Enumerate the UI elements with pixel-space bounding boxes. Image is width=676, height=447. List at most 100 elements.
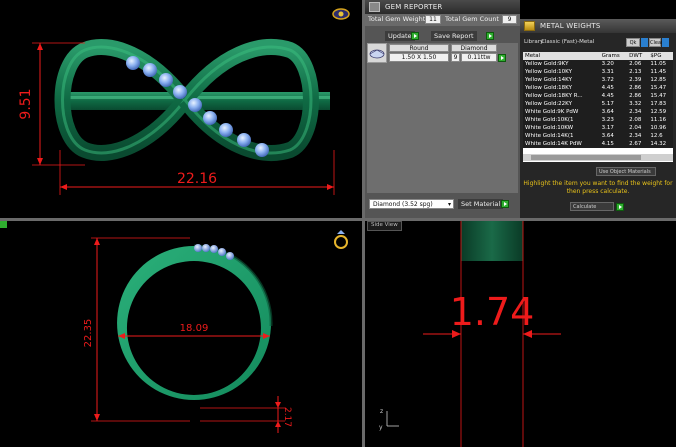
inner-width-dimension: 18.09 [118,323,270,339]
help-icon[interactable] [662,38,669,47]
gem-count-cell[interactable]: 9 [451,53,460,62]
pg-cell: 15.47 [648,92,673,100]
grams-cell: 3.64 [599,108,628,116]
pg-cell: 12.6 [648,132,673,140]
info-icon[interactable] [641,38,648,47]
viewport-divider-vertical[interactable] [362,0,365,447]
ring-side-profile [461,221,523,261]
total-weight-label: Total Gem Weight [368,15,426,23]
grams-cell: 3.31 [599,68,628,76]
metal-name: White Gold:10K(1 [523,116,600,124]
metal-name: White Gold:14K(1 [523,132,600,140]
metal-name: Yellow Gold:18KY [523,84,600,92]
column-header-grams[interactable]: Grams [600,52,628,60]
outer-height-value: 22.35 [83,319,94,348]
clear-toggle[interactable]: Clear [649,38,663,47]
table-row[interactable]: Yellow Gold:10KY 3.31 2.13 11.45 [523,68,673,76]
save-report-go-icon[interactable] [486,32,494,40]
grams-cell: 3.64 [599,132,628,140]
set-material-button[interactable]: Set Material [458,199,504,209]
metal-name: Yellow Gold:22KY [523,100,600,108]
grams-cell: 3.17 [599,124,628,132]
use-object-materials-select[interactable]: Use Object Materials [596,167,656,176]
column-header-diamond: Diamond [451,44,497,52]
save-report-button[interactable]: Save Report [431,31,477,41]
metal-name: Yellow Gold:18KY R... [523,92,600,100]
viewport-corner-icon[interactable] [0,221,7,228]
bottom-thickness-dimension: 2.17 [200,396,292,433]
library-value[interactable]: Classic (Fast)-Metal [541,39,594,45]
viewport-top-left[interactable]: 9.51 22.16 [0,0,362,218]
dwt-cell: 2.86 [627,84,649,92]
calculate-go-icon[interactable] [616,203,624,211]
pg-cell: 15.47 [648,84,673,92]
pg-cell: 12.85 [648,76,673,84]
column-header-dwt[interactable]: DWT [627,52,648,60]
table-row[interactable]: Yellow Gold:9KY 3.20 2.06 11.05 [523,60,673,68]
grams-cell: 3.72 [599,76,628,84]
update-go-icon[interactable] [411,32,419,40]
metal-weights-panel: METAL WEIGHTS Library: Classic (Fast)-Me… [520,19,676,218]
table-row[interactable]: Yellow Gold:14KY 3.72 2.39 12.85 [523,76,673,84]
column-header-round: Round [389,44,449,52]
gem-reporter-title: GEM REPORTER [365,0,520,14]
material-select[interactable]: Diamond (3.52 spg) ▾ [369,199,454,209]
table-row[interactable]: Yellow Gold:18KY R... 4.45 2.86 15.47 [523,92,673,100]
set-material-go-icon[interactable] [501,200,509,208]
dwt-cell: 2.34 [627,132,649,140]
table-row[interactable]: White Gold:14K PdW 4.15 2.67 14.32 [523,140,673,148]
ring-icon [334,230,348,249]
metal-weights-title: METAL WEIGHTS [520,19,676,33]
gem-list[interactable]: Round Diamond 1.50 X 1.50 9 0.11ttw [367,43,518,193]
column-header-pg[interactable]: $PG [648,52,673,60]
scrollbar-thumb[interactable] [531,155,641,160]
height-value: 9.51 [18,88,34,119]
inner-width-value: 18.09 [180,323,209,334]
table-row[interactable]: White Gold:9K PdW 3.64 2.34 12.59 [523,108,673,116]
table-row[interactable]: Yellow Gold:18KY 4.45 2.86 15.47 [523,84,673,92]
metal-weights-table[interactable]: Metal Grams DWT $PG Yellow Gold:9KY 3.20 2… [523,52,673,162]
grams-cell: 3.20 [599,60,628,68]
dwt-cell: 2.06 [627,60,649,68]
table-row[interactable]: White Gold:10KW 3.17 2.04 10.96 [523,124,673,132]
column-header-metal[interactable]: Metal [523,52,600,60]
pg-cell: 17.83 [648,100,673,108]
pg-cell: 11.05 [648,60,673,68]
total-weight-field[interactable]: 11 [425,15,441,24]
dwt-cell: 2.08 [627,116,649,124]
app-logo-icon [332,8,350,20]
dwt-cell: 2.86 [627,92,649,100]
metal-name: Yellow Gold:10KY [523,68,600,76]
table-row[interactable]: Yellow Gold:22KY 5.17 3.32 17.83 [523,100,673,108]
chevron-down-icon: ▾ [447,201,451,208]
dwt-cell: 2.04 [627,124,649,132]
thickness-dimension: 1.74 [423,290,561,338]
table-horizontal-scrollbar[interactable] [523,154,673,161]
grams-cell: 4.45 [599,84,628,92]
axis-label-z: z [380,408,383,415]
gem-row-go-icon[interactable] [498,54,506,62]
viewport-bottom-left[interactable]: 22.35 18.09 2.17 [0,221,362,447]
axis-indicator-icon: z y [379,408,399,431]
metal-name: White Gold:9K PdW [523,108,600,116]
table-row[interactable]: White Gold:14K(1 3.64 2.34 12.6 [523,132,673,140]
grams-cell: 4.15 [599,140,628,148]
pg-cell: 10.96 [648,124,673,132]
total-count-field[interactable]: 9 [502,15,517,24]
pg-cell: 11.16 [648,116,673,124]
width-value: 22.16 [177,171,217,187]
grams-cell: 4.45 [599,92,628,100]
gem-weight-cell[interactable]: 0.11ttw [461,53,497,62]
diamond-thumbnail-icon [367,43,387,63]
material-select-value: Diamond (3.52 spg) [373,201,433,208]
viewport-divider-horizontal[interactable] [0,218,676,221]
gem-size-cell[interactable]: 1.50 X 1.50 [389,53,449,62]
units-toggle[interactable]: Qk [626,38,640,47]
axis-label-y: y [379,424,383,431]
table-row[interactable]: White Gold:10K(1 3.23 2.08 11.16 [523,116,673,124]
viewport-bottom-right[interactable]: Side View 1.74 z y [365,221,676,447]
calculate-button[interactable]: Calculate [570,202,614,211]
metal-weights-icon [524,21,535,31]
metal-name: White Gold:10KW [523,124,600,132]
metal-name: White Gold:14K PdW [523,140,600,148]
